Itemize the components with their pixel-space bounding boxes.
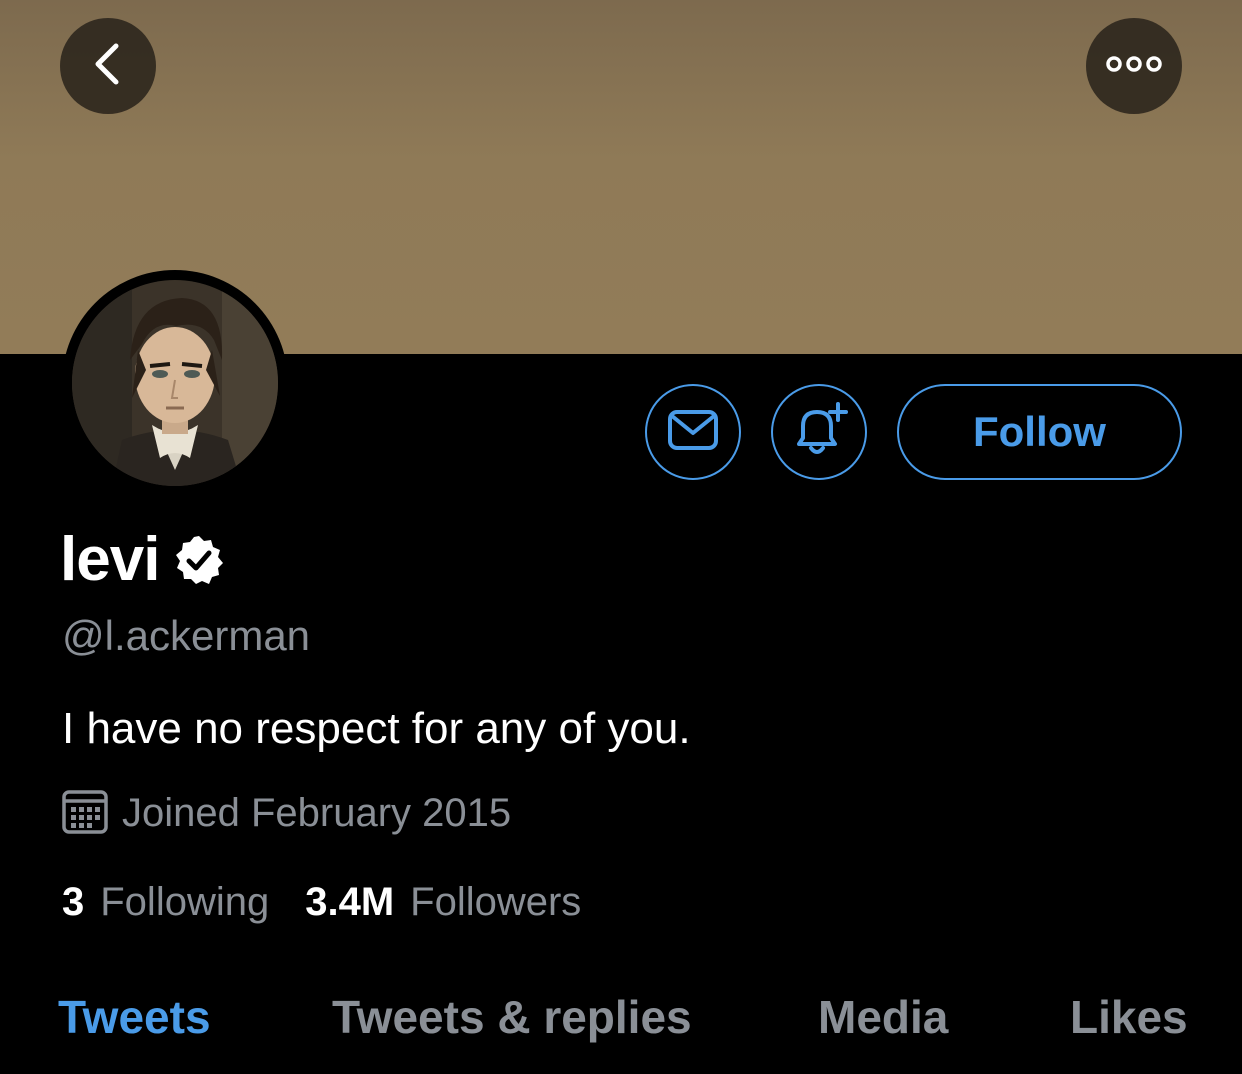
follow-button[interactable]: Follow <box>897 384 1182 480</box>
joined-date: Joined February 2015 <box>122 791 512 835</box>
joined-date-row: Joined February 2015 <box>62 788 511 839</box>
more-options-button[interactable] <box>1086 18 1182 114</box>
follow-stats: 3 Following 3.4M Followers <box>62 880 581 925</box>
followers-stat[interactable]: 3.4M Followers <box>305 880 581 925</box>
avatar-frame <box>62 270 288 496</box>
notifications-button[interactable] <box>771 384 867 480</box>
back-button[interactable] <box>60 18 156 114</box>
followers-count: 3.4M <box>305 880 395 924</box>
envelope-icon <box>667 409 719 456</box>
tab-tweets[interactable]: Tweets <box>58 990 211 1044</box>
name-row: levi <box>60 524 225 595</box>
profile-bio: I have no respect for any of you. <box>62 704 691 753</box>
display-name: levi <box>60 525 160 594</box>
following-count: 3 <box>62 880 85 924</box>
avatar[interactable] <box>72 280 278 486</box>
message-button[interactable] <box>645 384 741 480</box>
more-horizontal-icon <box>1106 54 1162 79</box>
followers-label: Followers <box>410 880 582 924</box>
following-label: Following <box>100 880 270 924</box>
verified-badge-icon <box>173 534 225 591</box>
chevron-left-icon <box>88 40 128 93</box>
calendar-icon <box>62 788 108 839</box>
following-stat[interactable]: 3 Following <box>62 880 269 925</box>
user-handle: @l.ackerman <box>62 612 311 659</box>
tab-tweets-and-replies[interactable]: Tweets & replies <box>332 990 692 1044</box>
tab-media[interactable]: Media <box>818 990 948 1044</box>
tab-likes[interactable]: Likes <box>1070 990 1188 1044</box>
bell-plus-icon <box>789 401 849 463</box>
